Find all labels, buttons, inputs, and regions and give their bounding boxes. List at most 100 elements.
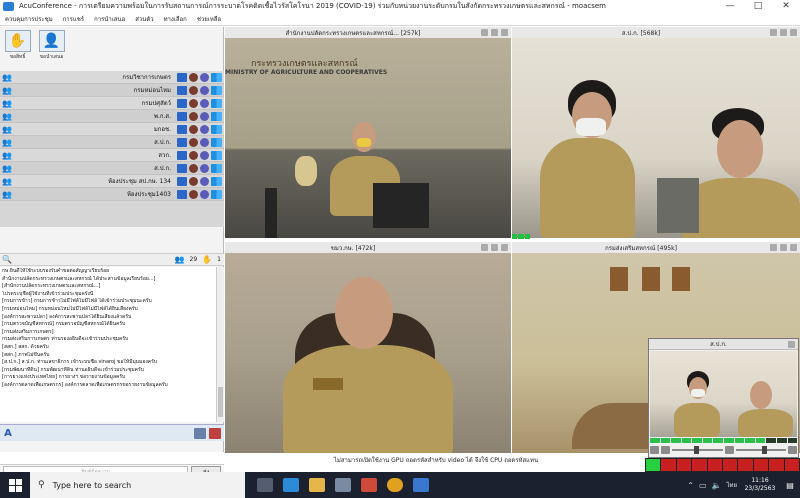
participant-row[interactable]: 👥 พ.ก.ส.	[0, 110, 224, 123]
notification-icon[interactable]: ▤	[783, 472, 797, 498]
taskbar-search[interactable]: ⚲ Type here to search	[30, 472, 245, 498]
monitor-icon[interactable]	[177, 137, 187, 147]
task-view-icon[interactable]	[257, 478, 273, 492]
monitor-icon[interactable]	[177, 176, 187, 186]
speaker-icon[interactable]	[481, 244, 488, 251]
speaker-icon[interactable]	[481, 29, 488, 36]
microphone-icon[interactable]	[724, 446, 734, 454]
fullscreen-icon[interactable]	[790, 244, 797, 251]
microphone-icon[interactable]	[200, 176, 209, 186]
video-cell-2[interactable]: ส.ป.ก. [568k]	[512, 27, 800, 238]
settings-icon[interactable]	[788, 446, 797, 454]
chevron-up-icon[interactable]: ⌃	[687, 481, 694, 490]
video-cell-1[interactable]: สำนักงานปลัดกระทรวงเกษตรและสหกรณ์... [25…	[225, 27, 511, 238]
close-icon[interactable]	[788, 340, 795, 348]
monitor-icon[interactable]	[177, 124, 187, 134]
save-chat-icon[interactable]	[194, 427, 206, 439]
start-button[interactable]	[0, 472, 30, 498]
mail-icon[interactable]	[335, 478, 351, 492]
mic-knob[interactable]	[761, 446, 767, 454]
fullscreen-icon[interactable]	[501, 29, 508, 36]
maximize-button[interactable]: □	[744, 0, 772, 13]
self-view-title: ส.ป.ก.	[710, 341, 727, 348]
record-icon[interactable]	[780, 244, 787, 251]
participant-name: พ.ก.ส.	[154, 113, 171, 120]
clear-chat-icon[interactable]	[209, 427, 221, 439]
participant-row[interactable]: 👥 ห้องประชุม1403	[0, 188, 224, 201]
volume-icon[interactable]: 🔈	[712, 481, 722, 490]
participant-row[interactable]: 👥 ส.ป.ก.	[0, 162, 224, 175]
menu-meeting-control[interactable]: ควบคุมการประชุม	[0, 14, 58, 24]
camera-icon[interactable]	[189, 189, 198, 199]
record-icon[interactable]	[491, 244, 498, 251]
video-cell-3[interactable]: ขมว.กษ. [472k]	[225, 242, 511, 453]
record-icon[interactable]	[491, 29, 498, 36]
microphone-icon[interactable]	[200, 85, 209, 95]
windows-icon	[211, 98, 222, 108]
scrollbar-thumb[interactable]	[218, 387, 223, 417]
menu-options[interactable]: ทางเลือก	[159, 14, 192, 24]
participant-row[interactable]: 👥 สวก.	[0, 149, 224, 162]
camera-icon[interactable]	[189, 111, 198, 121]
volume-knob[interactable]	[694, 446, 699, 454]
microphone-icon[interactable]	[200, 150, 209, 160]
speaker-icon[interactable]	[770, 29, 777, 36]
office-icon[interactable]	[361, 478, 377, 492]
microphone-icon[interactable]	[200, 98, 209, 108]
monitor-icon[interactable]	[177, 163, 187, 173]
camera-icon[interactable]	[189, 98, 198, 108]
participant-row[interactable]: 👥 ห้องประชุม สป.กษ. 134	[0, 175, 224, 188]
video-icon[interactable]	[650, 446, 659, 454]
microphone-icon[interactable]	[200, 137, 209, 147]
speaker-icon[interactable]	[661, 446, 670, 454]
mic-slider[interactable]	[735, 446, 786, 454]
camera-icon[interactable]	[189, 72, 198, 82]
language-indicator[interactable]: ไทย	[727, 480, 738, 490]
monitor-icon[interactable]	[177, 189, 187, 199]
participant-row[interactable]: 👥 ส.ป.ก.	[0, 136, 224, 149]
camera-icon[interactable]	[189, 85, 198, 95]
menu-personal[interactable]: ส่วนตัว	[130, 14, 158, 24]
menu-help[interactable]: ช่วยเหลือ	[192, 14, 226, 24]
speaker-icon[interactable]	[770, 244, 777, 251]
microphone-icon[interactable]	[200, 124, 209, 134]
monitor-icon[interactable]	[177, 72, 187, 82]
camera-icon[interactable]	[189, 163, 198, 173]
minimize-button[interactable]: —	[716, 0, 744, 13]
fullscreen-icon[interactable]	[790, 29, 797, 36]
microphone-icon[interactable]	[200, 72, 209, 82]
menu-present[interactable]: การนำเสนอ	[89, 14, 130, 24]
participant-row[interactable]: 👥 มกอช.	[0, 123, 224, 136]
acuconference-icon[interactable]	[413, 478, 429, 492]
microphone-icon[interactable]	[200, 189, 209, 199]
fullscreen-icon[interactable]	[501, 244, 508, 251]
file-explorer-icon[interactable]	[309, 478, 325, 492]
camera-icon[interactable]	[189, 137, 198, 147]
participant-row[interactable]: 👥 กรมวิชาการเกษตร	[0, 71, 224, 84]
record-icon[interactable]	[780, 29, 787, 36]
chrome-icon[interactable]	[387, 478, 403, 492]
monitor-icon[interactable]	[177, 98, 187, 108]
self-view-window[interactable]: ส.ป.ก.	[648, 338, 799, 458]
menu-share[interactable]: การแชร์	[58, 14, 89, 24]
clock[interactable]: 11:16 23/3/2563	[742, 477, 778, 493]
monitor-icon[interactable]	[177, 85, 187, 95]
volume-slider[interactable]	[672, 446, 723, 454]
microphone-icon[interactable]	[200, 111, 209, 121]
camera-icon[interactable]	[189, 124, 198, 134]
search-icon[interactable]: 🔍	[0, 255, 14, 264]
participant-row[interactable]: 👥 กรมปศุสัตว์	[0, 97, 224, 110]
microphone-icon[interactable]	[200, 163, 209, 173]
network-icon[interactable]: ▭	[699, 481, 707, 490]
font-icon[interactable]: A	[0, 428, 16, 439]
camera-icon[interactable]	[189, 176, 198, 186]
camera-icon[interactable]	[189, 150, 198, 160]
monitor-icon[interactable]	[177, 111, 187, 121]
raise-hand-button[interactable]: ✋ ขอสิทธิ์	[2, 30, 33, 61]
request-present-button[interactable]: 👤 ขอนำเสนอ	[36, 30, 67, 61]
monitor-icon[interactable]	[177, 150, 187, 160]
chat-scrollbar[interactable]	[216, 267, 224, 422]
close-button[interactable]: ✕	[772, 0, 800, 13]
participant-row[interactable]: 👥 กรมหม่อนไหม	[0, 84, 224, 97]
edge-icon[interactable]	[283, 478, 299, 492]
